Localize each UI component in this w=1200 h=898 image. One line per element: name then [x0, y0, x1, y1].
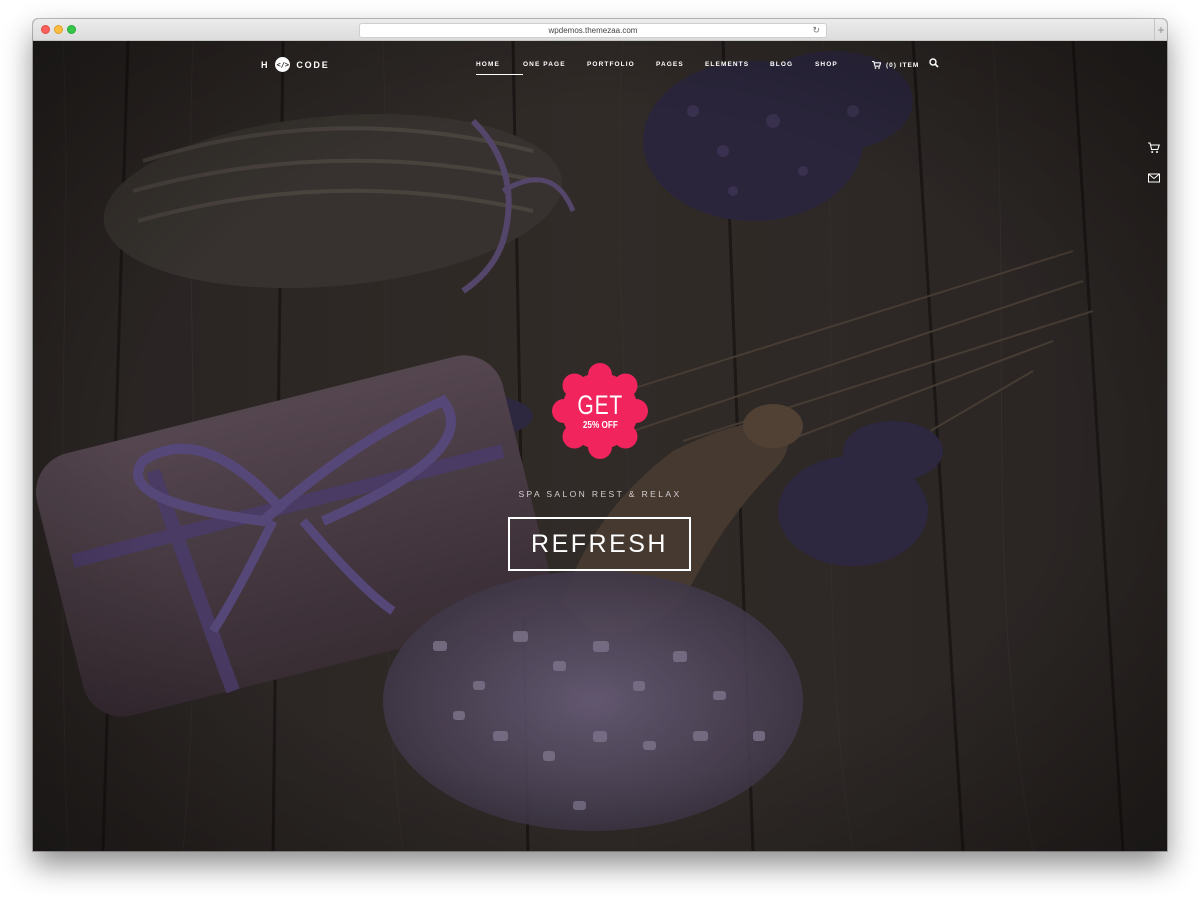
close-window-button[interactable] [41, 25, 50, 34]
browser-titlebar: wpdemos.themezaa.com ↻ + [33, 19, 1167, 41]
cart-icon [872, 61, 881, 69]
badge-subline: 25% OFF [582, 419, 618, 431]
nav-item-one-page[interactable]: ONE PAGE [523, 59, 587, 71]
browser-window: wpdemos.themezaa.com ↻ + H </> CODE HOME… [33, 19, 1167, 851]
minimize-window-button[interactable] [54, 25, 63, 34]
hero-section: H </> CODE HOME ONE PAGE PORTFOLIO PAGES… [33, 41, 1167, 851]
nav-item-shop[interactable]: SHOP [815, 59, 855, 71]
mail-icon[interactable] [1147, 171, 1161, 185]
nav-item-blog[interactable]: BLOG [770, 59, 815, 71]
search-icon[interactable] [929, 58, 939, 68]
discount-badge[interactable]: GET 25% OFF [550, 361, 650, 461]
side-cart-icon[interactable] [1147, 141, 1161, 155]
cart-count-label: (0) ITEM [886, 61, 920, 69]
nav-item-elements[interactable]: ELEMENTS [705, 59, 770, 71]
nav-item-portfolio[interactable]: PORTFOLIO [587, 59, 656, 71]
site-logo[interactable]: H </> CODE [261, 57, 330, 72]
refresh-button[interactable]: REFRESH [508, 517, 691, 571]
zoom-window-button[interactable] [67, 25, 76, 34]
address-bar[interactable]: wpdemos.themezaa.com ↻ [359, 23, 827, 38]
hero-tagline: SPA SALON REST & RELAX [518, 489, 682, 499]
nav-item-home[interactable]: HOME [476, 59, 523, 75]
cart-link[interactable]: (0) ITEM [872, 59, 919, 71]
badge-text: GET 25% OFF [550, 361, 650, 461]
logo-letter: H [261, 59, 270, 70]
main-navigation: HOME ONE PAGE PORTFOLIO PAGES ELEMENTS B… [476, 59, 855, 75]
reload-icon[interactable]: ↻ [812, 24, 820, 37]
logo-code-icon: </> [275, 57, 291, 72]
side-toolbar [1147, 141, 1161, 201]
badge-headline: GET [577, 389, 623, 420]
new-tab-button[interactable]: + [1154, 19, 1167, 41]
logo-word: CODE [296, 59, 330, 70]
url-text: wpdemos.themezaa.com [548, 26, 638, 35]
nav-item-pages[interactable]: PAGES [656, 59, 705, 71]
